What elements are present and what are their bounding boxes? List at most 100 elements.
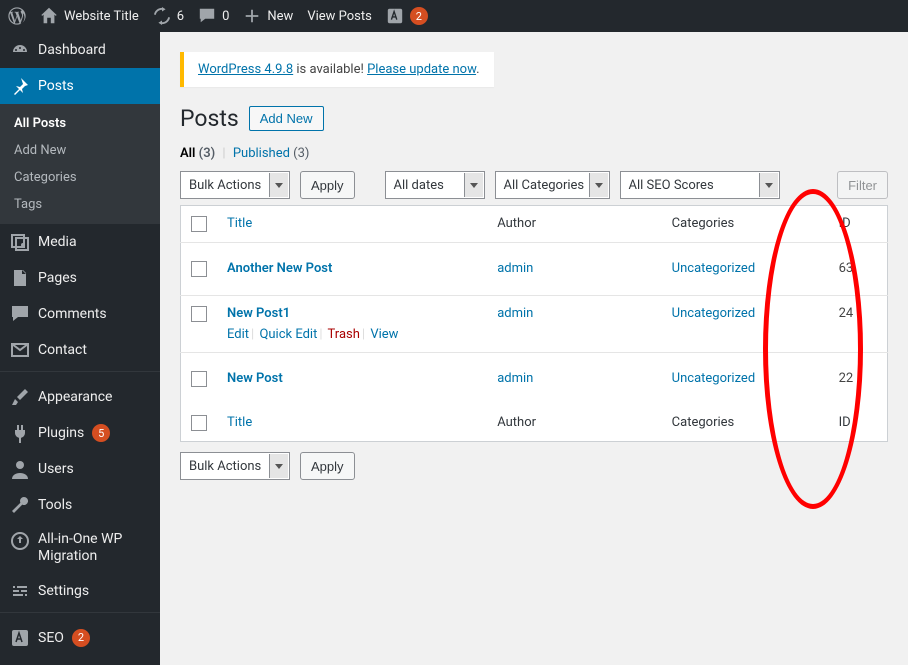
wp-logo[interactable] bbox=[8, 7, 26, 25]
notice-tail: . bbox=[476, 62, 479, 77]
col-title-header[interactable]: Title bbox=[227, 216, 252, 231]
table-row: Another New Post admin Uncategorized 63 bbox=[181, 243, 888, 296]
update-version-link[interactable]: WordPress 4.9.8 bbox=[198, 62, 293, 77]
migration-icon bbox=[10, 531, 30, 551]
wordpress-icon bbox=[8, 7, 26, 25]
menu-seo-label: SEO bbox=[38, 630, 64, 646]
seo-badge: 2 bbox=[410, 7, 428, 25]
category-filter-select[interactable]: All Categories bbox=[495, 171, 610, 199]
submenu-tags[interactable]: Tags bbox=[0, 191, 160, 218]
seo-toolbar-item[interactable]: 2 bbox=[386, 7, 428, 25]
site-title: Website Title bbox=[64, 9, 139, 24]
menu-settings[interactable]: Settings bbox=[0, 573, 160, 609]
row-checkbox[interactable] bbox=[191, 261, 207, 277]
post-status-filter: All (3) | Published (3) bbox=[180, 146, 888, 161]
table-row: New Post1 Edit| Quick Edit| Trash| View … bbox=[181, 296, 888, 353]
select-all-top[interactable] bbox=[191, 216, 207, 232]
row-action-edit[interactable]: Edit bbox=[227, 327, 249, 342]
settings-icon bbox=[10, 581, 30, 601]
row-checkbox[interactable] bbox=[191, 371, 207, 387]
col-title-footer[interactable]: Title bbox=[227, 415, 252, 430]
filter-published[interactable]: Published (3) bbox=[233, 146, 310, 161]
bulk-actions-select[interactable]: Bulk Actions bbox=[180, 171, 290, 199]
col-categories-header: Categories bbox=[662, 206, 829, 243]
row-action-trash[interactable]: Trash bbox=[328, 327, 360, 342]
comment-icon bbox=[198, 7, 216, 25]
menu-tools[interactable]: Tools bbox=[0, 487, 160, 523]
menu-appearance[interactable]: Appearance bbox=[0, 379, 160, 415]
dashboard-icon bbox=[10, 40, 30, 60]
menu-separator bbox=[0, 371, 160, 376]
menu-plugins[interactable]: Plugins 5 bbox=[0, 415, 160, 451]
post-title-link[interactable]: New Post bbox=[227, 371, 283, 386]
select-all-bottom[interactable] bbox=[191, 415, 207, 431]
view-posts-link[interactable]: View Posts bbox=[307, 9, 372, 24]
plus-icon bbox=[243, 7, 261, 25]
apply-button-bottom[interactable]: Apply bbox=[300, 452, 355, 480]
tablenav-top: Bulk Actions Apply All dates All Categor… bbox=[180, 171, 888, 199]
post-category-link[interactable]: Uncategorized bbox=[672, 306, 755, 321]
menu-tools-label: Tools bbox=[38, 497, 72, 513]
mail-icon bbox=[10, 340, 30, 360]
table-row: New Post admin Uncategorized 22 bbox=[181, 353, 888, 406]
notice-mid: is available! bbox=[293, 62, 367, 77]
home-icon bbox=[40, 7, 58, 25]
post-author-link[interactable]: admin bbox=[497, 306, 533, 321]
menu-seo[interactable]: SEO 2 bbox=[0, 620, 160, 656]
comments-link[interactable]: 0 bbox=[198, 7, 229, 25]
post-id-cell: 22 bbox=[829, 353, 888, 406]
submenu-add-new[interactable]: Add New bbox=[0, 137, 160, 164]
menu-posts-label: Posts bbox=[38, 78, 74, 94]
updates-link[interactable]: 6 bbox=[153, 7, 184, 25]
bulk-actions-select-bottom[interactable]: Bulk Actions bbox=[180, 452, 290, 480]
post-author-link[interactable]: admin bbox=[497, 261, 533, 276]
submenu-categories[interactable]: Categories bbox=[0, 164, 160, 191]
post-title-link[interactable]: Another New Post bbox=[227, 261, 332, 276]
menu-aio-label: All-in-One WP Migration bbox=[38, 531, 150, 565]
site-link[interactable]: Website Title bbox=[40, 7, 139, 25]
post-title-link[interactable]: New Post1 bbox=[227, 306, 290, 321]
submenu-all-posts[interactable]: All Posts bbox=[0, 110, 160, 137]
row-action-view[interactable]: View bbox=[370, 327, 398, 342]
col-id-header: ID bbox=[829, 206, 888, 243]
menu-settings-label: Settings bbox=[38, 583, 89, 599]
menu-pages[interactable]: Pages bbox=[0, 260, 160, 296]
wrench-icon bbox=[10, 495, 30, 515]
pin-icon bbox=[10, 76, 30, 96]
filter-button[interactable]: Filter bbox=[837, 171, 888, 199]
submenu-posts: All Posts Add New Categories Tags bbox=[0, 104, 160, 224]
menu-pages-label: Pages bbox=[38, 270, 77, 286]
col-author-header: Author bbox=[487, 206, 661, 243]
tablenav-bottom: Bulk Actions Apply bbox=[180, 452, 888, 480]
row-checkbox[interactable] bbox=[191, 306, 207, 322]
menu-dashboard-label: Dashboard bbox=[38, 42, 106, 58]
menu-media[interactable]: Media bbox=[0, 224, 160, 260]
menu-contact-label: Contact bbox=[38, 342, 87, 358]
seo-filter-select[interactable]: All SEO Scores bbox=[620, 171, 780, 199]
row-action-quick-edit[interactable]: Quick Edit bbox=[259, 327, 317, 342]
post-author-link[interactable]: admin bbox=[497, 371, 533, 386]
menu-comments[interactable]: Comments bbox=[0, 296, 160, 332]
menu-posts[interactable]: Posts bbox=[0, 68, 160, 104]
plugin-icon bbox=[10, 423, 30, 443]
admin-toolbar: Website Title 6 0 New View Posts 2 bbox=[0, 0, 908, 32]
brush-icon bbox=[10, 387, 30, 407]
new-content-link[interactable]: New bbox=[243, 7, 293, 25]
seo-menu-icon bbox=[10, 628, 30, 648]
post-id-cell: 63 bbox=[829, 243, 888, 296]
seo-menu-badge: 2 bbox=[72, 629, 90, 647]
menu-users[interactable]: Users bbox=[0, 451, 160, 487]
post-category-link[interactable]: Uncategorized bbox=[672, 261, 755, 276]
comments-icon bbox=[10, 304, 30, 324]
page-header: Posts Add New bbox=[180, 105, 888, 132]
menu-aio-migration[interactable]: All-in-One WP Migration bbox=[0, 523, 160, 573]
apply-button-top[interactable]: Apply bbox=[300, 171, 355, 199]
post-category-link[interactable]: Uncategorized bbox=[672, 371, 755, 386]
menu-dashboard[interactable]: Dashboard bbox=[0, 32, 160, 68]
add-new-button[interactable]: Add New bbox=[249, 106, 324, 131]
new-label: New bbox=[267, 9, 293, 24]
update-now-link[interactable]: Please update now bbox=[367, 62, 476, 77]
menu-contact[interactable]: Contact bbox=[0, 332, 160, 368]
dates-filter-select[interactable]: All dates bbox=[385, 171, 485, 199]
filter-all[interactable]: All (3) bbox=[180, 146, 215, 161]
